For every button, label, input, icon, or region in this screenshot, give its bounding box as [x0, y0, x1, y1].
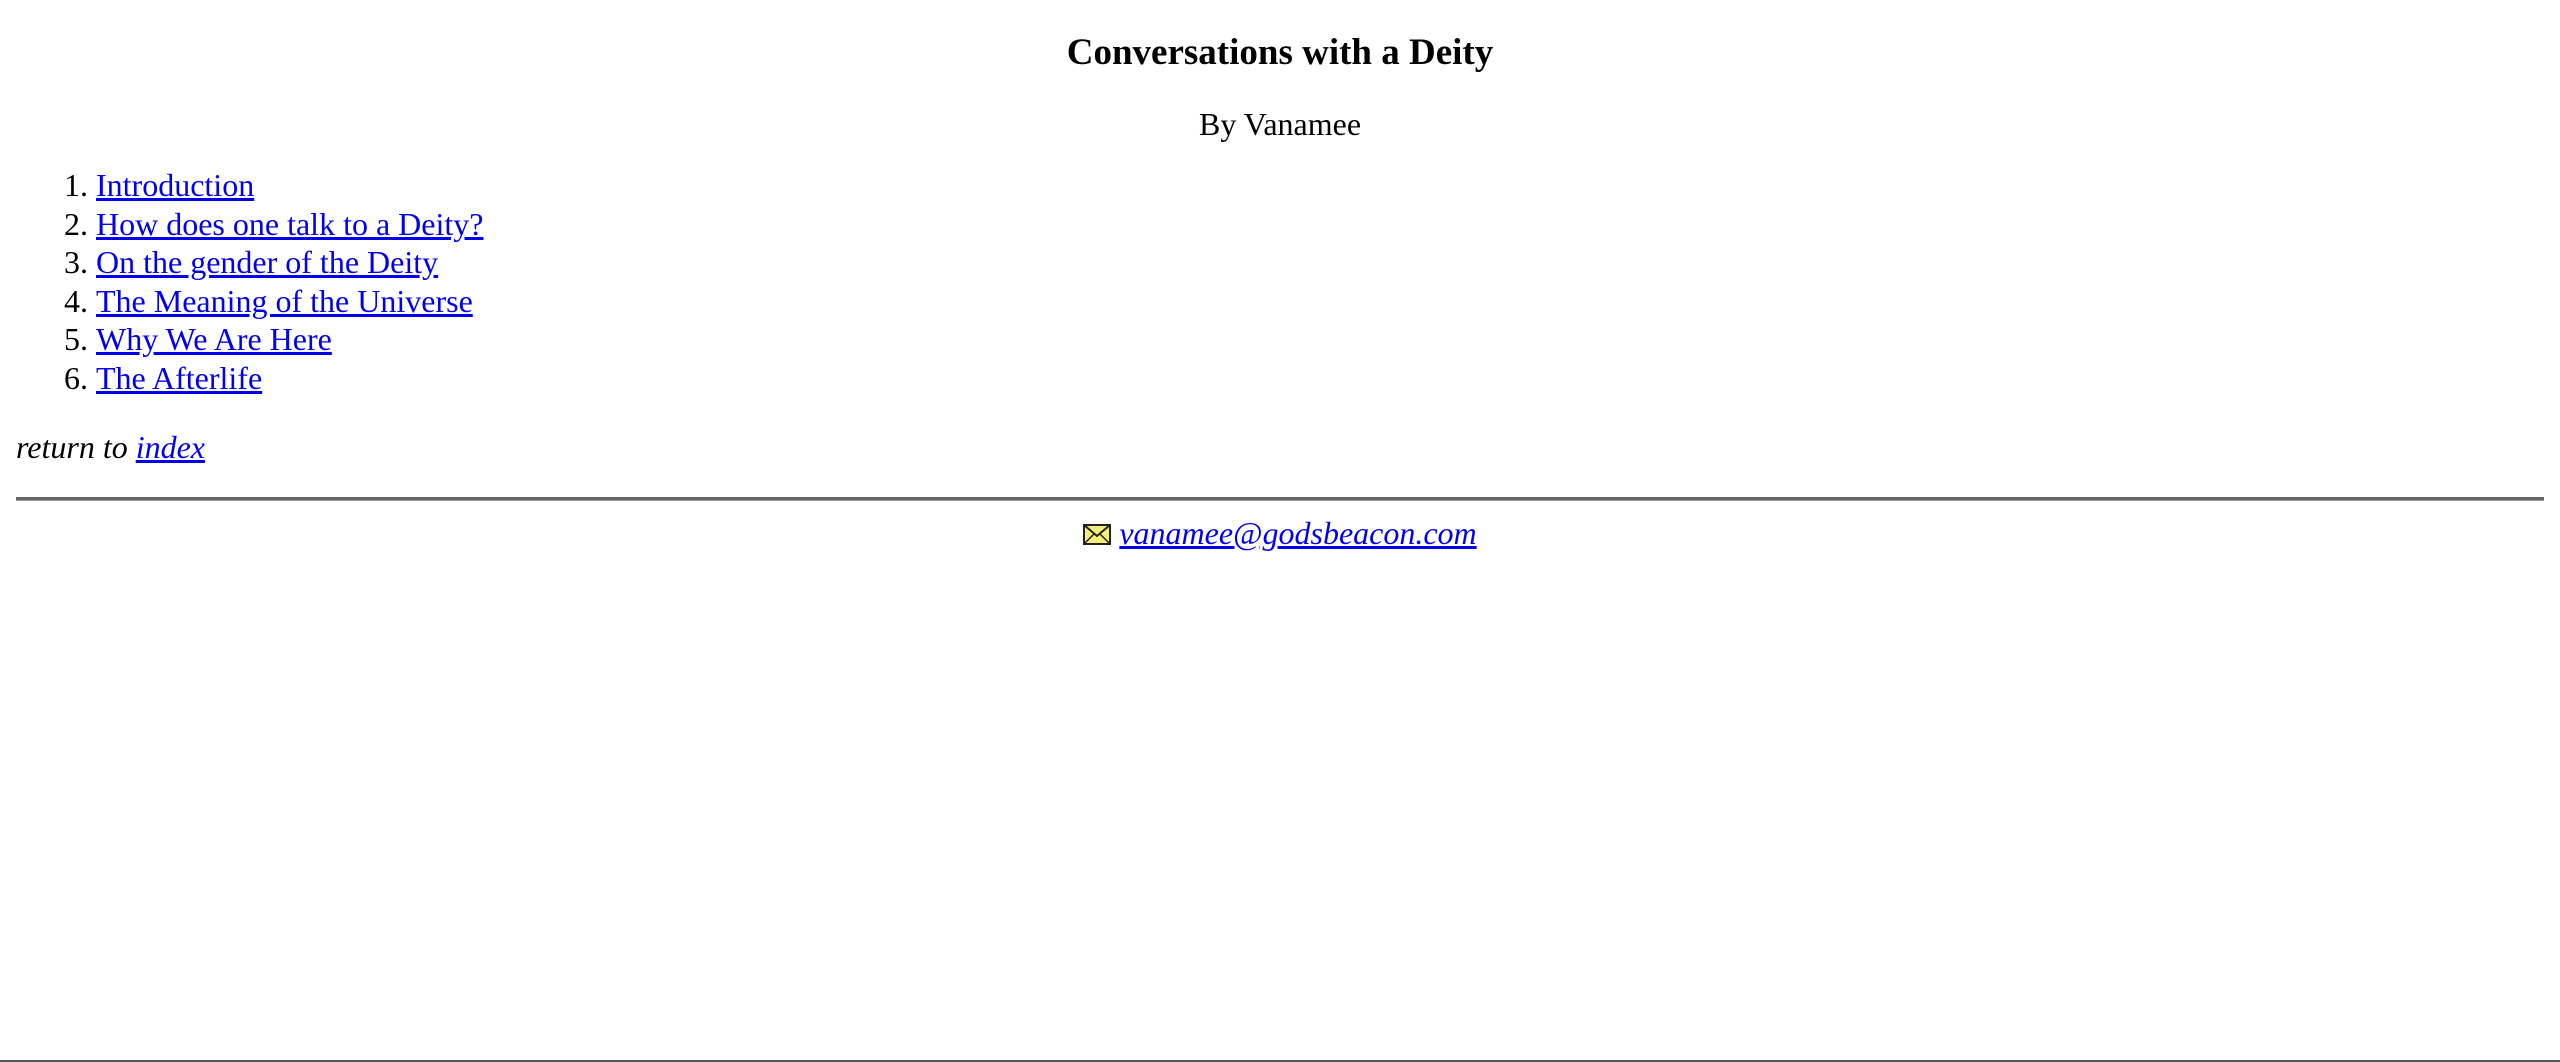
toc-item: On the gender of the Deity [96, 243, 2544, 282]
byline: By Vanamee [1198, 106, 1362, 142]
mail-icon[interactable] [1083, 514, 1112, 554]
page-title: Conversations with a Deity [1066, 32, 1494, 73]
contact-line: vanamee@godsbeacon.com [16, 513, 2544, 557]
toc-item: Why We Are Here [96, 320, 2544, 359]
toc-item: The Meaning of the Universe [96, 282, 2544, 321]
toc-link-introduction[interactable]: Introduction [96, 167, 254, 203]
page: Conversations with a Deity By Vanamee In… [0, 0, 2560, 1062]
horizontal-rule [16, 497, 2544, 501]
index-link[interactable]: index [136, 429, 205, 465]
toc-link-why-here[interactable]: Why We Are Here [96, 321, 332, 357]
toc-link-gender[interactable]: On the gender of the Deity [96, 244, 438, 280]
table-of-contents: Introduction How does one talk to a Deit… [16, 166, 2544, 397]
return-line: return to index [16, 427, 2544, 467]
toc-link-how-to-talk[interactable]: How does one talk to a Deity? [96, 206, 483, 242]
toc-item: How does one talk to a Deity? [96, 205, 2544, 244]
toc-link-meaning[interactable]: The Meaning of the Universe [96, 283, 473, 319]
return-prefix: return to [16, 429, 128, 465]
email-link[interactable]: vanamee@godsbeacon.com [1119, 515, 1476, 551]
toc-link-afterlife[interactable]: The Afterlife [96, 360, 262, 396]
toc-item: Introduction [96, 166, 2544, 205]
toc-item: The Afterlife [96, 359, 2544, 398]
